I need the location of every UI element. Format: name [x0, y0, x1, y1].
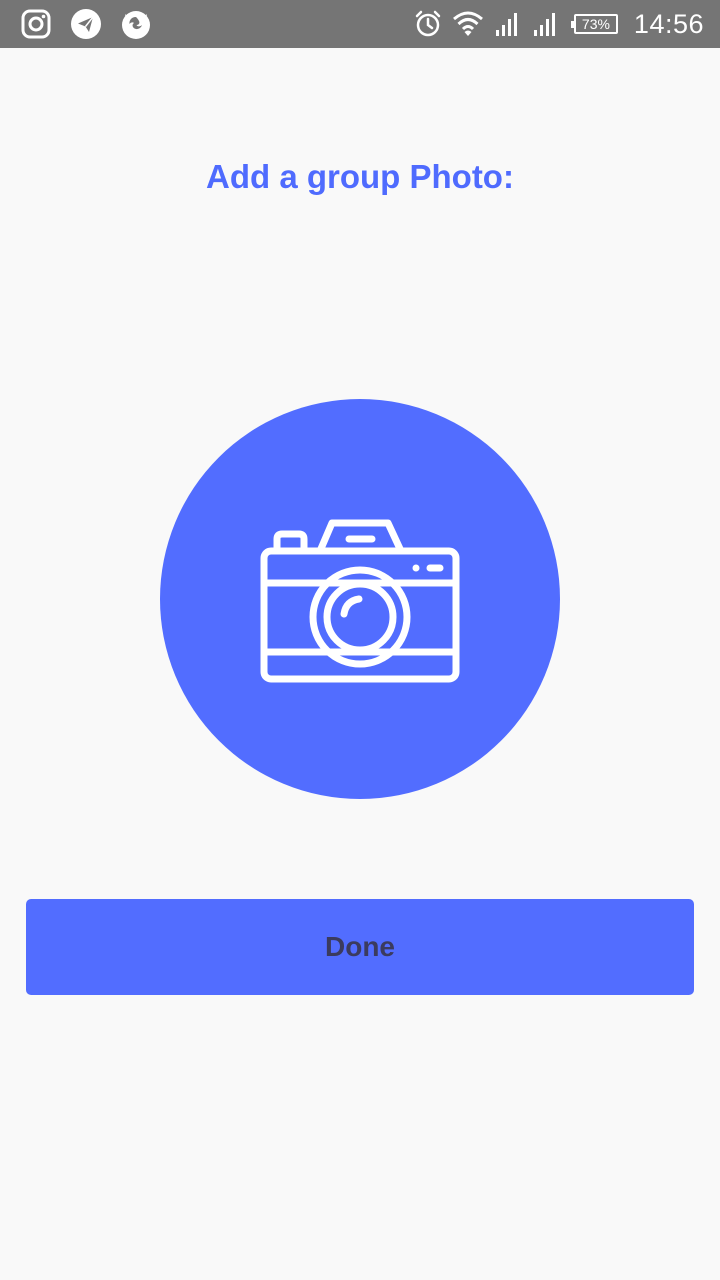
group-photo-picker[interactable]: [160, 399, 560, 799]
battery-percent: 73%: [581, 16, 610, 32]
alarm-icon: [415, 10, 441, 37]
battery-indicator: 73%: [570, 14, 618, 34]
signal-icon: [495, 13, 517, 36]
status-time: 14:56: [633, 8, 704, 39]
screen: 73% 14:56 Add a group Photo: Done: [0, 0, 720, 1280]
done-button[interactable]: Done: [26, 899, 694, 995]
status-bar: 73% 14:56: [0, 0, 720, 48]
camera-icon: [260, 519, 460, 683]
firefox-icon: [122, 11, 150, 39]
signal-icon: [533, 13, 555, 36]
page-title: Add a group Photo:: [206, 158, 514, 195]
telegram-icon: [71, 9, 101, 39]
notification-icons: [20, 6, 152, 42]
system-icons: 73% 14:56: [414, 6, 704, 42]
wifi-icon: [452, 11, 483, 36]
instagram-icon: [21, 9, 51, 39]
